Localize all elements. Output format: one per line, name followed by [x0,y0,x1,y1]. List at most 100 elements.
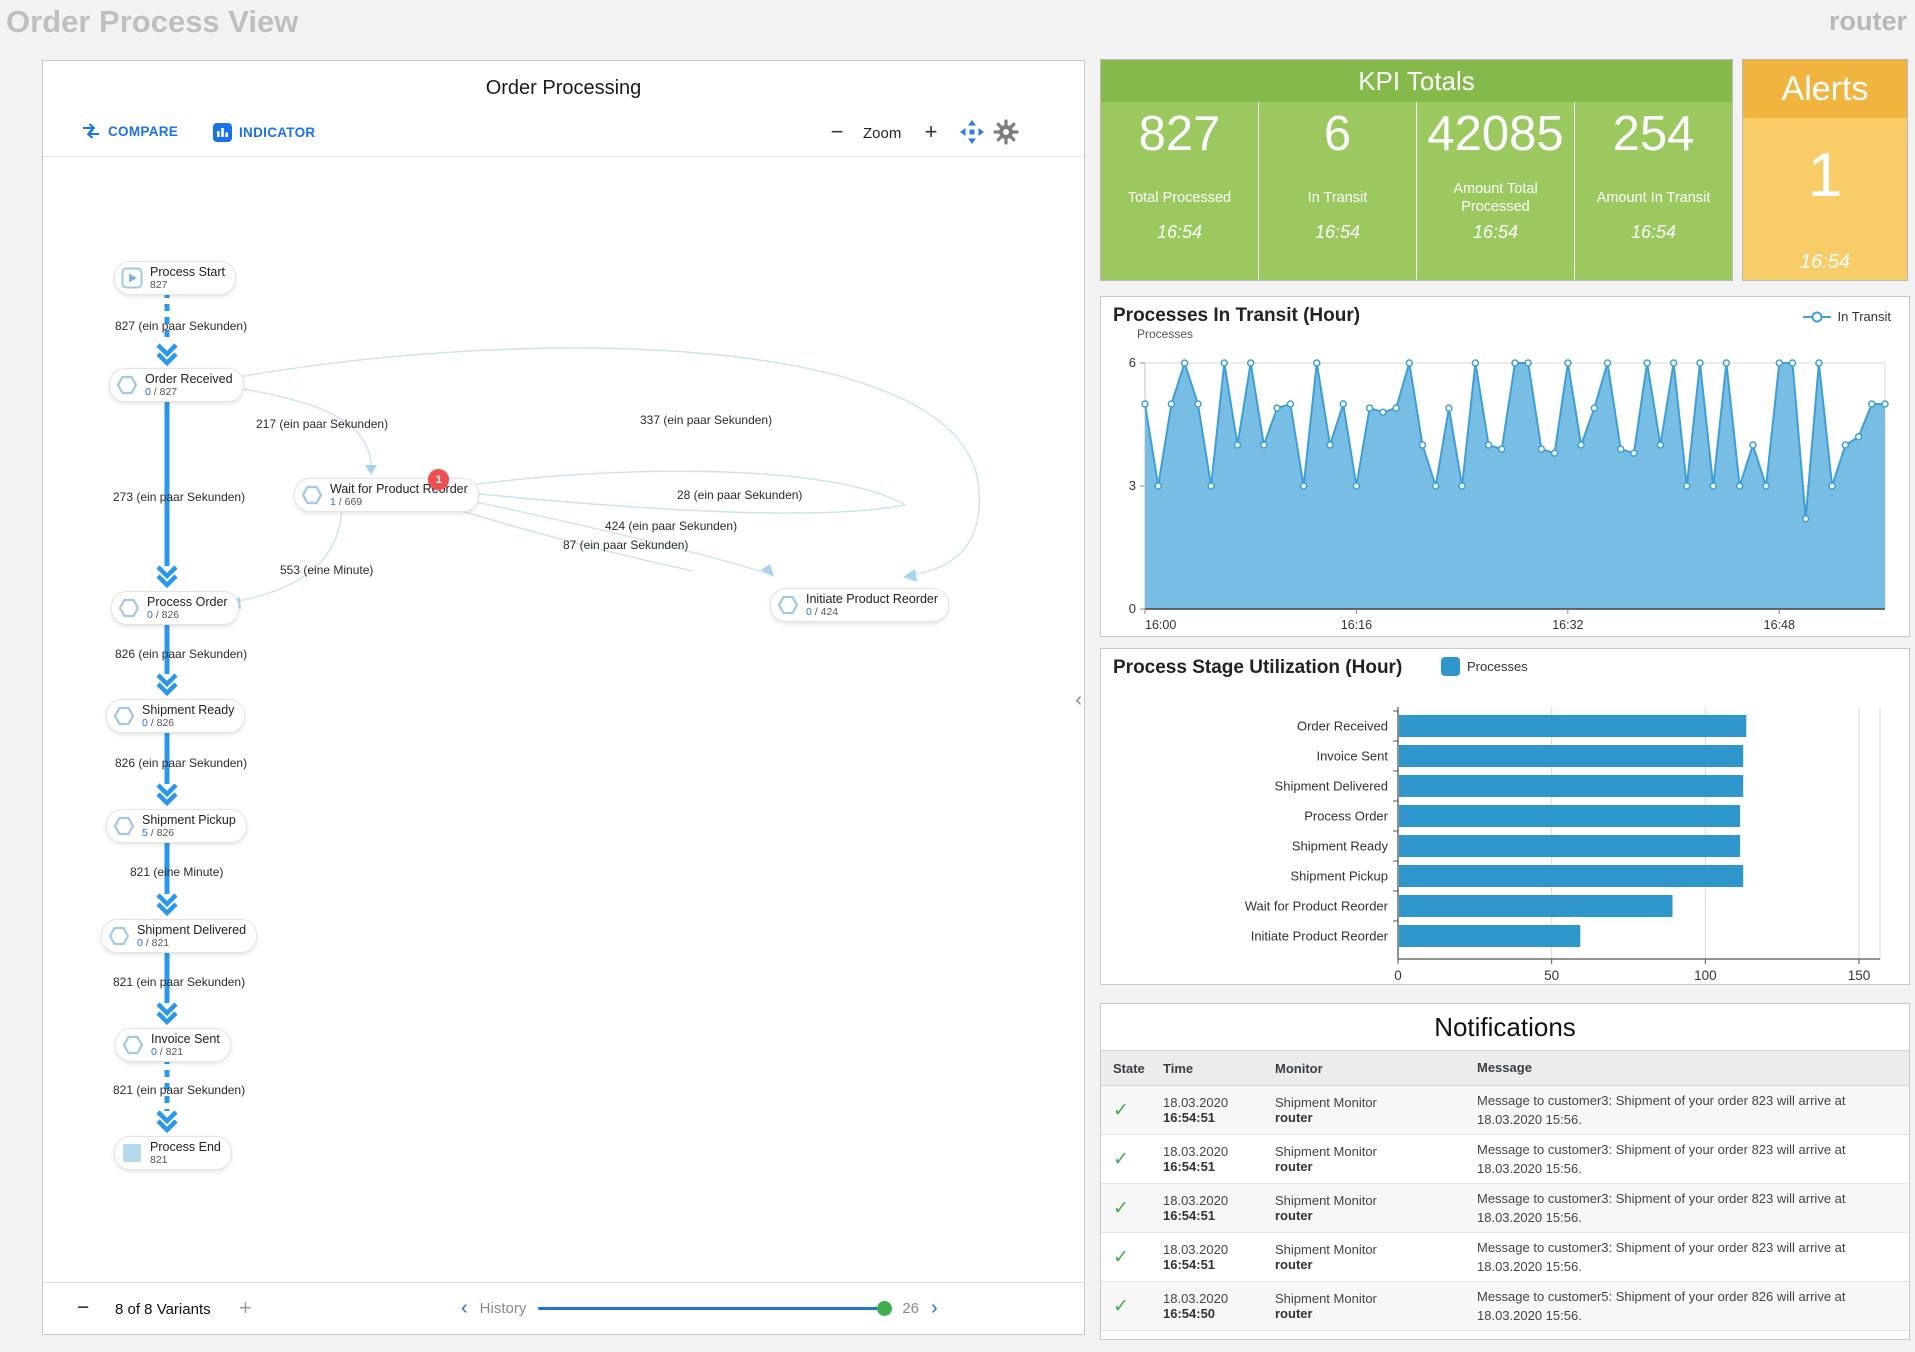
history-slider[interactable] [538,1307,890,1310]
node-total-count: / 821 [146,937,169,949]
notification-date: 18.03.2020 [1163,1291,1275,1306]
node-active-count: 5 [142,827,148,839]
node-label: Order Received [145,372,233,386]
check-icon: ✓ [1113,1149,1129,1170]
history-prev-chevron[interactable]: ‹ [461,1298,468,1318]
alerts-count: 1 [1808,140,1842,211]
node-label: Process End [150,1140,221,1154]
svg-text:100: 100 [1694,968,1717,982]
notification-time: 16:54:50 [1163,1306,1275,1321]
transit-legend[interactable]: In Transit [1802,309,1891,324]
notification-date: 18.03.2020 [1163,1095,1275,1110]
notification-time: 16:54:51 [1163,1110,1275,1125]
flow-node-initiate-product-reorder[interactable]: Initiate Product Reorder0 / 424 [770,588,949,622]
compare-button[interactable]: COMPARE [81,123,178,139]
transit-area-chart: 63016:0016:1616:3216:48 [1105,341,1905,633]
kpi-time: 16:54 [1473,222,1518,243]
hexagon-activity-icon [116,374,138,396]
utilization-legend-label: Processes [1467,659,1528,674]
edge-label: 87 (ein paar Sekunden) [563,538,688,552]
svg-text:16:16: 16:16 [1341,618,1372,632]
flow-node-shipment-ready[interactable]: Shipment Ready0 / 826 [106,699,245,733]
kpi-value: 42085 [1427,108,1563,162]
flow-node-process-end[interactable]: Process End821 [114,1136,232,1170]
notification-time: 16:54:51 [1163,1208,1275,1223]
edge-label: 827 (ein paar Sekunden) [115,319,247,333]
node-label: Shipment Ready [142,703,234,717]
node-total-count: / 826 [156,609,179,621]
alerts-title: Alerts [1743,60,1907,118]
transit-chart-panel: Processes In Transit (Hour) In Transit P… [1100,296,1910,637]
notification-time: 16:54:51 [1163,1159,1275,1174]
footer-divider [43,1282,1084,1283]
kpi-totals-title: KPI Totals [1101,60,1732,102]
variants-count-label: 8 of 8 Variants [115,1301,211,1318]
page-title: Order Process View [6,4,298,40]
line-marker-icon [1802,310,1832,324]
hexagon-activity-icon [108,925,130,947]
hexagon-activity-icon [113,705,135,727]
notifications-panel: Notifications State Time Monitor Message… [1100,1003,1910,1340]
column-message: Message [1477,1058,1909,1078]
indicator-button[interactable]: INDICATOR [213,123,315,142]
kpi-label: Total Processed [1128,178,1231,218]
gear-icon[interactable] [993,119,1019,145]
notification-message: Message to customer3: Shipment of your o… [1477,1189,1909,1228]
history-next-chevron[interactable]: › [931,1298,938,1318]
flow-footer: − 8 of 8 Variants + ‹ History 26 › [43,1284,1084,1334]
check-icon: ✓ [1113,1296,1129,1317]
notification-date: 18.03.2020 [1163,1193,1275,1208]
flow-node-shipment-pickup[interactable]: Shipment Pickup5 / 826 [106,809,247,843]
flow-node-process-start[interactable]: Process Start827 [114,261,236,295]
kpi-item: 827Total Processed16:54 [1101,102,1258,280]
kpi-time: 16:54 [1631,222,1676,243]
svg-text:Order Received: Order Received [1297,719,1388,734]
flow-node-invoice-sent[interactable]: Invoice Sent0 / 821 [115,1028,231,1062]
indicator-label: INDICATOR [239,125,315,140]
flow-node-order-received[interactable]: Order Received0 / 827 [109,368,244,402]
svg-text:Shipment Ready: Shipment Ready [1292,839,1389,854]
notification-source: router [1275,1208,1477,1223]
transit-legend-label: In Transit [1838,309,1891,324]
notification-monitor: Shipment Monitor [1275,1193,1477,1208]
kpi-totals-panel: KPI Totals 827Total Processed16:546In Tr… [1100,59,1733,281]
variants-minus-button[interactable]: − [77,1296,89,1320]
alert-badge: 1 [428,469,449,490]
flow-node-shipment-delivered[interactable]: Shipment Delivered0 / 821 [101,919,257,953]
notifications-table: State Time Monitor Message ✓18.03.202016… [1101,1050,1909,1331]
svg-text:Invoice Sent: Invoice Sent [1316,749,1388,764]
pan-move-icon[interactable] [959,119,985,145]
notification-source: router [1275,1257,1477,1272]
svg-text:16:32: 16:32 [1552,618,1583,632]
end-square-icon [121,1142,143,1164]
check-icon: ✓ [1113,1198,1129,1219]
collapse-panel-chevron[interactable]: ‹ [1075,689,1082,712]
history-slider-thumb[interactable] [877,1301,892,1316]
utilization-chart-panel: Process Stage Utilization (Hour) Process… [1100,648,1910,985]
zoom-out-button[interactable]: − [825,119,849,145]
notification-date: 18.03.2020 [1163,1242,1275,1257]
flow-node-process-order[interactable]: Process Order0 / 826 [111,591,239,625]
flow-node-wait-for-product-reorder[interactable]: Wait for Product Reorder1 / 669 [294,478,479,512]
edge-label: 217 (ein paar Sekunden) [256,417,388,431]
node-label: Process Order [147,595,228,609]
utilization-legend[interactable]: Processes [1441,657,1528,676]
notification-source: router [1275,1306,1477,1321]
compare-label: COMPARE [108,124,178,139]
zoom-in-button[interactable]: + [919,119,943,145]
node-active-count: 0 [806,606,812,618]
edge-label: 821 (eine Minute) [130,865,223,879]
notifications-title: Notifications [1101,1004,1909,1050]
column-time: Time [1163,1061,1275,1076]
column-monitor: Monitor [1275,1061,1477,1076]
notification-time: 16:54:51 [1163,1257,1275,1272]
svg-text:Wait for Product Reorder: Wait for Product Reorder [1245,899,1389,914]
hexagon-activity-icon [122,1034,144,1056]
hexagon-activity-icon [301,484,323,506]
kpi-items: 827Total Processed16:546In Transit16:544… [1101,102,1732,280]
node-active-count: 0 [147,609,153,621]
edge-label: 273 (ein paar Sekunden) [113,490,245,504]
variants-plus-button[interactable]: + [239,1295,252,1321]
kpi-label: Amount Total Processed [1432,178,1560,218]
notification-row: ✓18.03.202016:54:51Shipment Monitorroute… [1101,1086,1909,1135]
